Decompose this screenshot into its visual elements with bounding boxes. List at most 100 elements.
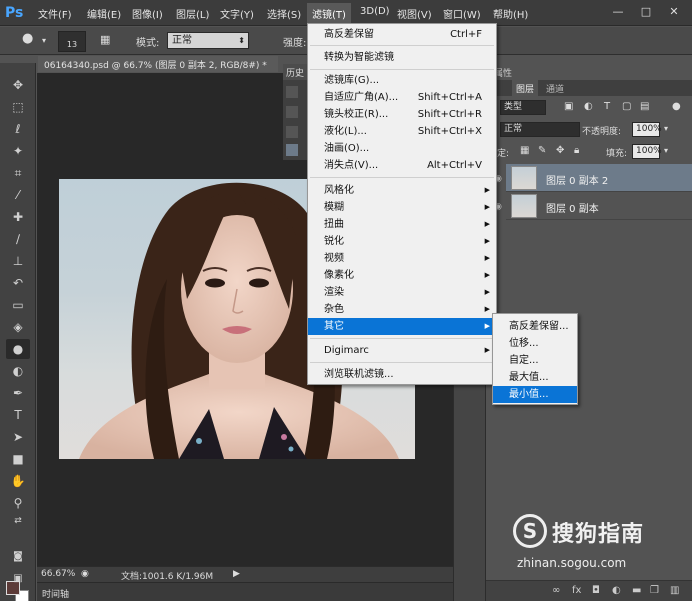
opacity-input[interactable]: 100% — [632, 122, 662, 137]
bucket-tool-icon[interactable]: ◈ — [6, 317, 30, 337]
zoom-level[interactable]: 66.67% — [41, 569, 75, 579]
blend-mode-select[interactable]: 正常 — [500, 122, 580, 137]
menu-item-noise[interactable]: 杂色 ▶ — [308, 301, 496, 318]
menu-item-adaptive-wide-angle[interactable]: 自适应广角(A)... Shift+Ctrl+A — [308, 89, 496, 106]
tab-channels[interactable]: 通道 — [542, 80, 568, 96]
brush-tool-icon[interactable]: ∕ — [6, 229, 30, 249]
menu-file[interactable]: 文件(F) — [38, 6, 72, 21]
menu-image[interactable]: 图像(I) — [132, 6, 163, 21]
close-icon[interactable]: ✕ — [662, 3, 686, 21]
shape-tool-icon[interactable]: ■ — [6, 449, 30, 469]
folder-icon[interactable]: ▬ — [632, 585, 641, 596]
menu-item-lens-correction[interactable]: 镜头校正(R)... Shift+Ctrl+R — [308, 106, 496, 123]
lasso-tool-icon[interactable]: ℓ — [6, 119, 30, 139]
healing-tool-icon[interactable]: ✚ — [6, 207, 30, 227]
mode-select[interactable]: 正常 ⬍ — [167, 32, 249, 49]
menu-view[interactable]: 视图(V) — [397, 6, 432, 21]
lock-position-icon[interactable]: ✥ — [556, 145, 564, 156]
move-tool-icon[interactable]: ✥ — [6, 75, 30, 95]
submenu-item-high-pass[interactable]: 高反差保留... — [493, 318, 577, 335]
status-info-icon[interactable]: ◉ — [81, 569, 89, 579]
brush-size-picker[interactable]: 13 — [58, 31, 86, 52]
menu-filter[interactable]: 滤镜(T) — [307, 3, 351, 23]
adjustment-filter-icon[interactable]: ◐ — [584, 101, 593, 112]
dodge-tool-icon[interactable]: ◐ — [6, 361, 30, 381]
zoom-tool-icon[interactable]: ⚲ — [6, 493, 30, 513]
stamp-tool-icon[interactable]: ⊥ — [6, 251, 30, 271]
history-snapshot[interactable] — [286, 126, 298, 138]
menu-select[interactable]: 选择(S) — [267, 6, 301, 21]
menu-item-sharpen[interactable]: 锐化 ▶ — [308, 233, 496, 250]
pixel-filter-icon[interactable]: ▣ — [564, 101, 573, 112]
smart-object-filter-icon[interactable]: ▤ — [640, 101, 649, 112]
layer-row[interactable]: 图层 0 副本 2 — [506, 164, 692, 192]
menu-item-video[interactable]: 视频 ▶ — [308, 250, 496, 267]
lock-transparent-icon[interactable]: ▦ — [520, 145, 529, 156]
layer-row[interactable]: 图层 0 副本 — [506, 192, 692, 220]
filter-toggle-icon[interactable]: ● — [672, 101, 681, 112]
menu-item-oil-paint[interactable]: 油画(O)... — [308, 140, 496, 157]
blur-tool-icon[interactable]: ● — [6, 339, 30, 359]
submenu-item-maximum[interactable]: 最大值... — [493, 369, 577, 386]
eraser-tool-icon[interactable]: ▭ — [6, 295, 30, 315]
type-tool-icon[interactable]: T — [6, 405, 30, 425]
menu-layer[interactable]: 图层(L) — [176, 6, 209, 21]
blur-tool-icon[interactable]: ● — [22, 31, 33, 46]
history-snapshot[interactable] — [286, 86, 298, 98]
menu-item-distort[interactable]: 扭曲 ▶ — [308, 216, 496, 233]
menu-window[interactable]: 窗口(W) — [443, 6, 481, 21]
menu-item-stylize[interactable]: 风格化 ▶ — [308, 182, 496, 199]
submenu-item-offset[interactable]: 位移... — [493, 335, 577, 352]
lock-pixels-icon[interactable]: ✎ — [538, 145, 546, 156]
submenu-item-custom[interactable]: 自定... — [493, 352, 577, 369]
tab-layers[interactable]: 图层 — [512, 80, 539, 96]
swap-colors-icon[interactable]: ⇄ — [6, 511, 30, 531]
timeline-tab[interactable]: 时间轴 — [37, 582, 453, 601]
lock-all-icon[interactable]: 🔒︎ — [574, 145, 579, 156]
chevron-down-icon[interactable]: ▾ — [664, 146, 668, 155]
minimize-icon[interactable]: — — [606, 3, 630, 21]
chevron-down-icon[interactable]: ▾ — [664, 124, 668, 133]
menu-item-blur[interactable]: 模糊 ▶ — [308, 199, 496, 216]
submenu-item-minimum[interactable]: 最小值... — [493, 386, 577, 403]
trash-icon[interactable]: ▥ — [670, 585, 679, 596]
hand-tool-icon[interactable]: ✋ — [6, 471, 30, 491]
magic-wand-tool-icon[interactable]: ✦ — [6, 141, 30, 161]
history-snapshot[interactable] — [286, 106, 298, 118]
adjustment-icon[interactable]: ◐ — [612, 585, 621, 596]
chevron-down-icon[interactable]: ▾ — [42, 36, 46, 45]
menu-3d[interactable]: 3D(D) — [360, 6, 390, 17]
menu-edit[interactable]: 编辑(E) — [87, 6, 121, 21]
menu-item-vanishing-point[interactable]: 消失点(V)... Alt+Ctrl+V — [308, 157, 496, 174]
menu-item-browse-online-filters[interactable]: 浏览联机滤镜... — [308, 366, 496, 383]
fx-icon[interactable]: fx — [572, 585, 581, 596]
history-snapshot[interactable] — [286, 144, 298, 156]
menu-item-digimarc[interactable]: Digimarc ▶ — [308, 342, 496, 359]
screen-mode-icon[interactable]: ▣ — [6, 569, 30, 589]
brush-panel-icon[interactable]: ▦ — [100, 33, 110, 46]
history-brush-tool-icon[interactable]: ↶ — [6, 273, 30, 293]
fill-input[interactable]: 100% — [632, 144, 662, 159]
menu-item-last-filter[interactable]: 高反差保留 Ctrl+F — [308, 26, 496, 43]
eyedropper-tool-icon[interactable]: ⁄ — [6, 185, 30, 205]
menu-item-other[interactable]: 其它 ▶ — [308, 318, 496, 335]
menu-type[interactable]: 文字(Y) — [220, 6, 254, 21]
document-tab[interactable]: 06164340.psd @ 66.7% (图层 0 副本 2, RGB/8#)… — [38, 56, 278, 72]
new-layer-icon[interactable]: ❐ — [650, 585, 659, 596]
menu-help[interactable]: 帮助(H) — [493, 6, 528, 21]
path-select-tool-icon[interactable]: ➤ — [6, 427, 30, 447]
shape-filter-icon[interactable]: ▢ — [622, 101, 631, 112]
status-menu-arrow-icon[interactable]: ▶ — [233, 569, 240, 579]
crop-tool-icon[interactable]: ⌗ — [6, 163, 30, 183]
menu-item-convert-smart-filter[interactable]: 转换为智能滤镜 — [308, 49, 496, 66]
quick-mask-icon[interactable]: ◙ — [6, 547, 30, 567]
marquee-tool-icon[interactable]: ⬚ — [6, 97, 30, 117]
menu-item-liquify[interactable]: 液化(L)... Shift+Ctrl+X — [308, 123, 496, 140]
maximize-icon[interactable]: □ — [634, 3, 658, 21]
menu-item-filter-gallery[interactable]: 滤镜库(G)... — [308, 72, 496, 89]
kind-filter-select[interactable]: 类型 — [500, 100, 546, 115]
link-icon[interactable]: ∞ — [552, 585, 560, 596]
mask-icon[interactable]: ◘ — [592, 585, 600, 596]
menu-item-pixelate[interactable]: 像素化 ▶ — [308, 267, 496, 284]
menu-item-render[interactable]: 渲染 ▶ — [308, 284, 496, 301]
